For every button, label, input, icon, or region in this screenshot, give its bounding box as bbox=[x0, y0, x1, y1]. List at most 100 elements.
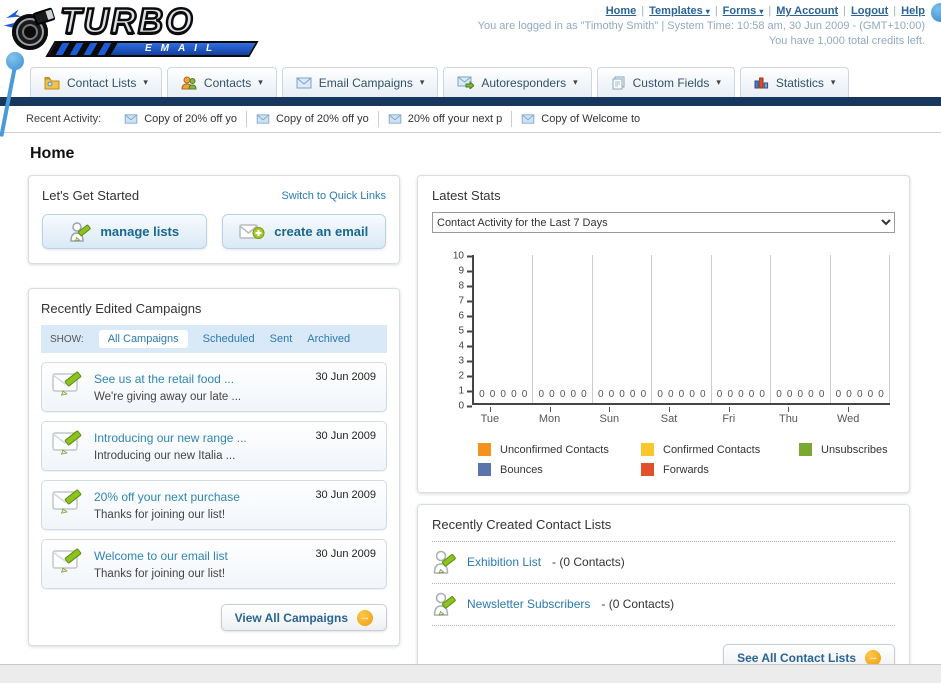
chart-day-group: 00000 bbox=[474, 255, 534, 403]
envelope-plus-icon bbox=[239, 223, 265, 239]
contact-list-row[interactable]: Newsletter Subscribers - (0 Contacts) bbox=[432, 584, 895, 626]
recent-activity-label: Recent Activity: bbox=[26, 113, 102, 125]
data-value-label: 0 bbox=[619, 389, 625, 400]
header-link-templates[interactable]: Templates ▾ bbox=[649, 5, 710, 17]
bar-chart-icon bbox=[754, 77, 768, 89]
data-value-label: 0 bbox=[878, 389, 884, 400]
tab-custom-fields[interactable]: Custom Fields ▾ bbox=[596, 67, 735, 97]
campaign-row[interactable]: 20% off your next purchase Thanks for jo… bbox=[41, 480, 387, 530]
page-title: Home bbox=[30, 145, 75, 162]
tab-autoresponders[interactable]: Autoresponders ▾ bbox=[443, 67, 592, 97]
contact-list-link[interactable]: Newsletter Subscribers bbox=[467, 597, 590, 611]
tab-contact-lists[interactable]: Contact Lists ▾ bbox=[30, 67, 162, 97]
main-content: Home Let's Get Started Switch to Quick L… bbox=[0, 133, 941, 683]
campaign-row[interactable]: Welcome to our email list Thanks for joi… bbox=[41, 539, 387, 589]
header-link-my-account[interactable]: My Account bbox=[776, 5, 838, 17]
y-tick-label: 6 bbox=[458, 311, 472, 322]
recent-activity-item[interactable]: Copy of 20% off yo bbox=[247, 111, 379, 127]
tab-statistics[interactable]: Statistics ▾ bbox=[739, 67, 850, 97]
data-value-label: 0 bbox=[835, 389, 842, 400]
contact-list-link[interactable]: Exhibition List bbox=[467, 555, 541, 569]
filter-scheduled[interactable]: Scheduled bbox=[203, 333, 255, 345]
data-value-label: 0 bbox=[597, 389, 604, 400]
get-started-title: Let's Get Started bbox=[42, 188, 140, 203]
campaign-title-link[interactable]: Welcome to our email list bbox=[94, 549, 228, 563]
data-value-label: 0 bbox=[727, 389, 733, 400]
y-tick-label: 7 bbox=[458, 296, 472, 307]
recent-activity-bar: Recent Activity: Copy of 20% off yo Copy… bbox=[0, 106, 941, 133]
data-value-label: 0 bbox=[867, 389, 874, 400]
filter-all-campaigns[interactable]: All Campaigns bbox=[98, 330, 188, 348]
chevron-down-icon: ▾ bbox=[143, 77, 148, 87]
campaign-row[interactable]: Introducing our new range ... Introducin… bbox=[41, 421, 387, 471]
data-value-label: 0 bbox=[699, 389, 706, 400]
manage-lists-button[interactable]: manage lists bbox=[42, 214, 207, 249]
envelope-pencil-icon bbox=[52, 430, 82, 455]
logo-text-email: EMAIL bbox=[107, 41, 259, 57]
data-value-label: 0 bbox=[786, 389, 793, 400]
filter-archived[interactable]: Archived bbox=[307, 333, 350, 345]
data-value-label: 0 bbox=[629, 389, 636, 400]
envelope-pencil-icon bbox=[52, 371, 82, 396]
help-balloon-icon[interactable] bbox=[931, 3, 941, 22]
x-tick-label: Mon bbox=[520, 407, 580, 425]
campaign-subtitle: Introducing our new Italia ... bbox=[94, 450, 236, 462]
campaign-row[interactable]: See us at the retail food ... We're givi… bbox=[41, 362, 387, 412]
show-label: SHOW: bbox=[50, 333, 84, 345]
chevron-down-icon: ▾ bbox=[573, 77, 578, 87]
data-value-label: 0 bbox=[759, 389, 765, 400]
left-column: Let's Get Started Switch to Quick Links … bbox=[28, 175, 400, 646]
campaign-title-link[interactable]: See us at the retail food ... bbox=[94, 372, 234, 386]
campaign-filter-bar: SHOW: All Campaigns Scheduled Sent Archi… bbox=[41, 325, 387, 353]
campaign-title-link[interactable]: 20% off your next purchase bbox=[94, 490, 240, 504]
chart-day-group: 00000 bbox=[831, 255, 890, 403]
campaigns-panel-title: Recently Edited Campaigns bbox=[41, 301, 202, 316]
main-navigation: Contact Lists ▾ Contacts ▾ Email Campaigns… bbox=[0, 66, 941, 97]
header-link-forms[interactable]: Forms ▾ bbox=[723, 5, 764, 17]
header-link-logout[interactable]: Logout bbox=[851, 5, 888, 17]
chart-x-axis: Tue Mon Sun Sat Fri Thu Wed bbox=[460, 407, 878, 425]
data-value-label: 0 bbox=[581, 389, 587, 400]
latest-stats-panel: Latest Stats Contact Activity for the La… bbox=[417, 175, 910, 493]
contact-count: - (0 Contacts) bbox=[601, 597, 675, 611]
campaign-title-link[interactable]: Introducing our new range ... bbox=[94, 431, 247, 445]
recent-activity-item[interactable]: Copy of Welcome to bbox=[512, 111, 649, 127]
chart-legend: Unconfirmed Contacts Confirmed Contacts Un… bbox=[478, 443, 895, 476]
data-value-label: 0 bbox=[500, 389, 506, 400]
switch-quick-links-link[interactable]: Switch to Quick Links bbox=[281, 190, 386, 202]
data-value-label: 0 bbox=[521, 389, 528, 400]
chevron-down-icon: ▾ bbox=[705, 7, 710, 16]
legend-swatch bbox=[478, 443, 491, 456]
latest-stats-title: Latest Stats bbox=[432, 188, 501, 203]
create-email-button[interactable]: create an email bbox=[221, 214, 386, 249]
stats-period-select[interactable]: Contact Activity for the Last 7 Days bbox=[432, 212, 895, 233]
campaign-date: 30 Jun 2009 bbox=[315, 371, 376, 383]
legend-item: Unsubscribes bbox=[799, 443, 895, 456]
data-value-label: 0 bbox=[608, 389, 615, 400]
filter-sent[interactable]: Sent bbox=[270, 333, 293, 345]
header-links: Home | Templates ▾ | Forms ▾ | My Account | Logo… bbox=[605, 5, 925, 17]
header-link-home[interactable]: Home bbox=[606, 5, 637, 17]
right-column: Latest Stats Contact Activity for the La… bbox=[417, 175, 910, 683]
contact-list-row[interactable]: Exhibition List - (0 Contacts) bbox=[432, 542, 895, 584]
y-tick-label: 1 bbox=[458, 386, 472, 397]
envelope-icon bbox=[124, 114, 138, 124]
data-value-label: 0 bbox=[668, 389, 674, 400]
x-tick-label: Sun bbox=[579, 407, 639, 425]
data-value-label: 0 bbox=[738, 389, 744, 400]
legend-swatch bbox=[641, 463, 654, 476]
legend-item: Confirmed Contacts bbox=[641, 443, 799, 456]
data-value-label: 0 bbox=[640, 389, 647, 400]
recent-activity-item[interactable]: Copy of 20% off yo bbox=[115, 111, 247, 127]
footer-strip bbox=[0, 664, 941, 683]
envelope-icon bbox=[388, 114, 401, 124]
y-tick-label: 4 bbox=[458, 341, 472, 352]
legend-item: Unconfirmed Contacts bbox=[478, 443, 641, 456]
view-all-campaigns-button[interactable]: View All Campaigns → bbox=[220, 604, 387, 631]
recent-activity-item[interactable]: 20% off your next p bbox=[379, 111, 513, 127]
header-link-help[interactable]: Help bbox=[901, 5, 925, 17]
tab-contacts[interactable]: Contacts ▾ bbox=[166, 67, 277, 97]
data-value-label: 0 bbox=[856, 389, 863, 400]
chevron-down-icon: ▾ bbox=[419, 77, 425, 87]
tab-email-campaigns[interactable]: Email Campaigns ▾ bbox=[281, 67, 439, 97]
